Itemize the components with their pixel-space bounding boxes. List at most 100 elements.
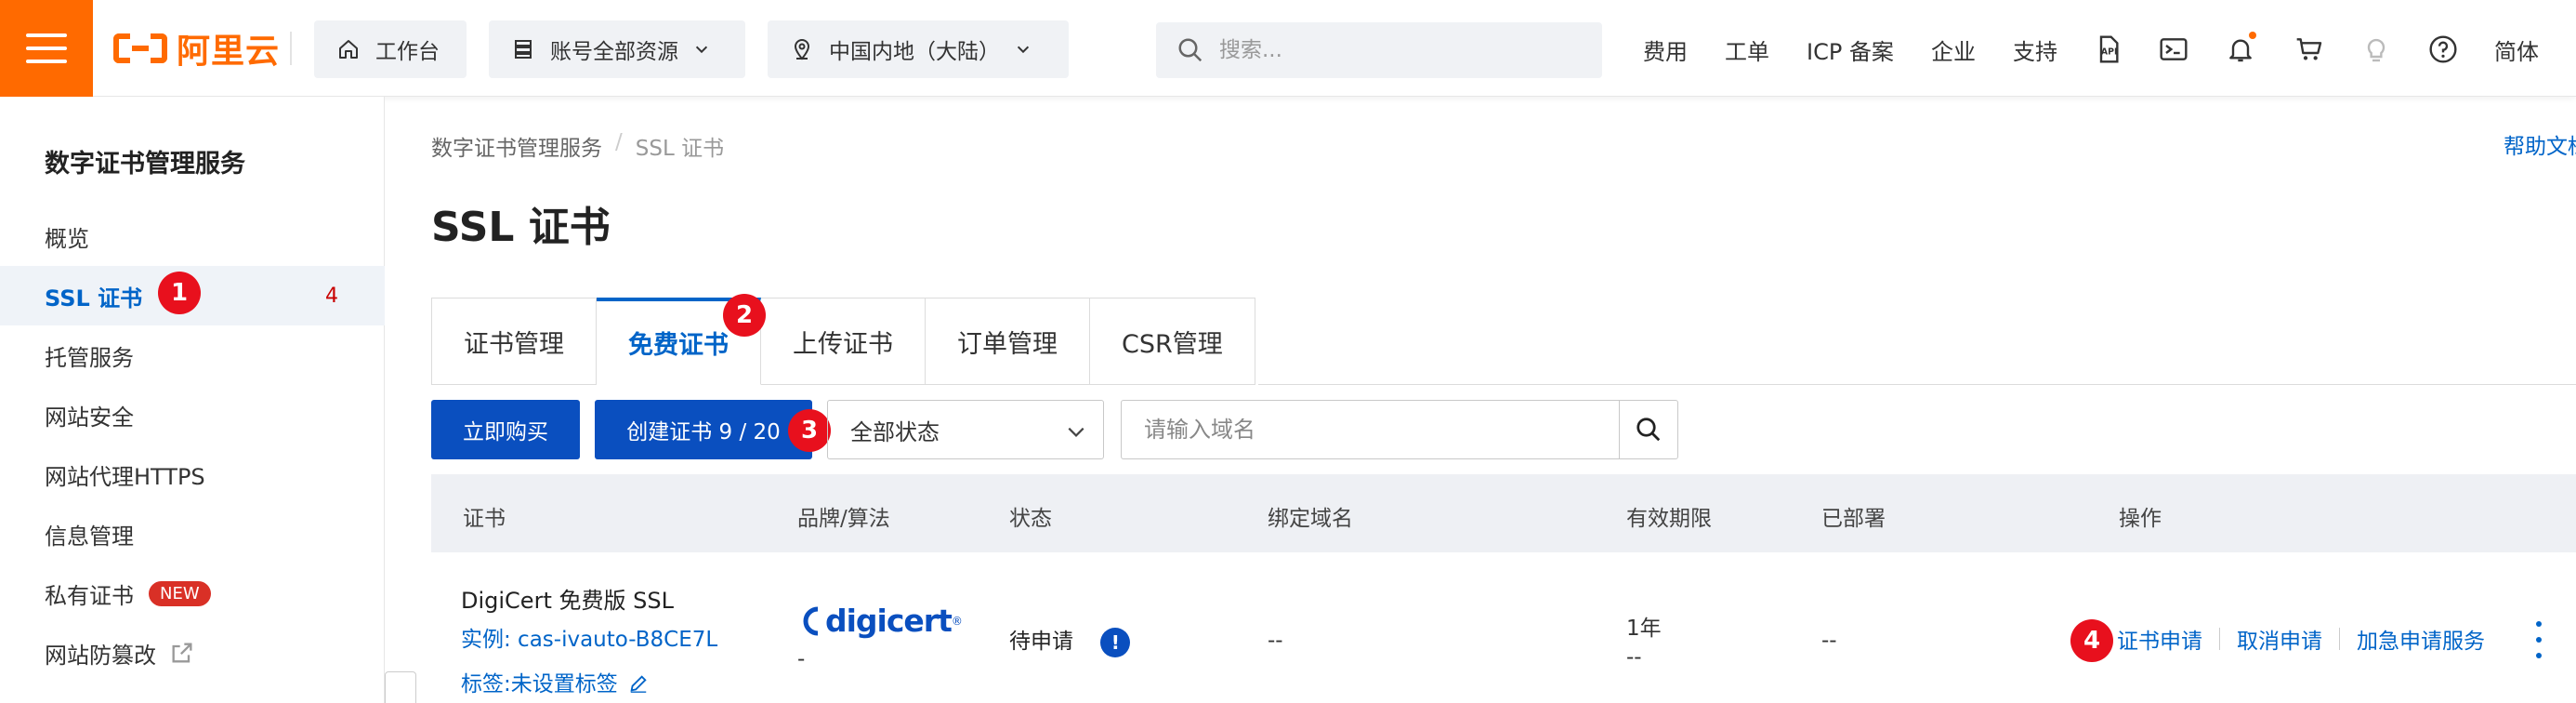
divider <box>290 32 292 65</box>
svg-text:API: API <box>2101 46 2118 57</box>
external-link-icon <box>172 643 192 663</box>
action-divider <box>2339 628 2340 650</box>
billing-link[interactable]: 费用 <box>1643 33 1688 66</box>
top-bar: 阿里云 工作台 账号全部资源 中国内地（大陆） 费用 工单 ICP 备案 企业 … <box>0 0 2576 97</box>
enterprise-link[interactable]: 企业 <box>1931 33 1976 66</box>
step-marker-3: 3 <box>788 409 831 452</box>
sidebar-item-overview[interactable]: 概览 <box>0 206 385 266</box>
sidebar-item-site-security[interactable]: 网站安全 <box>0 385 385 444</box>
sidebar-title: 数字证书管理服务 <box>45 150 245 179</box>
tab-underline <box>1258 384 2576 385</box>
column-header: 状态 <box>1009 507 1052 531</box>
sidebar-item-info-management[interactable]: 信息管理 <box>0 504 385 564</box>
page-title: SSL 证书 <box>431 204 611 251</box>
domain-input[interactable] <box>1144 417 1590 443</box>
logo-text: 阿里云 <box>177 33 281 71</box>
status-cell: 待申请 ! <box>1009 623 1131 657</box>
apply-cert-link[interactable]: 证书申请 <box>2117 623 2202 655</box>
info-icon[interactable]: ! <box>1100 627 1131 657</box>
language-switch[interactable]: 简体 <box>2494 33 2539 66</box>
sidebar-item-https-proxy[interactable]: 网站代理HTTPS <box>0 444 385 504</box>
column-header: 有效期限 <box>1626 507 1712 531</box>
notification-dot <box>2249 32 2256 39</box>
sidebar-item-label: 网站代理HTTPS <box>45 463 205 490</box>
region-label: 中国内地（大陆） <box>829 40 1000 64</box>
column-header: 证书 <box>463 507 506 531</box>
cert-instance-link[interactable]: 实例: cas-ivauto-B8CE7L <box>461 621 717 653</box>
column-header: 操作 <box>2119 507 2162 531</box>
action-divider <box>2219 628 2220 650</box>
api-icon[interactable]: API <box>2093 33 2124 65</box>
tab-bar: 证书管理 免费证书 上传证书 订单管理 CSR管理 <box>431 298 1255 385</box>
validity-sub: -- <box>1626 645 1642 670</box>
deployed: -- <box>1821 629 1837 653</box>
aliyun-logo[interactable]: 阿里云 <box>113 28 280 71</box>
sidebar-item-hosting[interactable]: 托管服务 <box>0 325 385 385</box>
tab-csr-management[interactable]: CSR管理 <box>1090 298 1255 385</box>
icp-link[interactable]: ICP 备案 <box>1807 33 1894 66</box>
column-header: 品牌/算法 <box>797 507 890 531</box>
global-search[interactable] <box>1156 22 1602 78</box>
tab-cert-management[interactable]: 证书管理 <box>431 298 597 385</box>
breadcrumb: 数字证书管理服务 / SSL 证书 <box>431 130 724 162</box>
sidebar-item-label: 私有证书 <box>45 582 134 609</box>
sidebar-item-label: 概览 <box>45 225 89 252</box>
location-pin-icon <box>790 37 814 61</box>
terminal-icon[interactable] <box>2158 33 2189 65</box>
status-select[interactable]: 全部状态 <box>827 400 1104 459</box>
resources-label: 账号全部资源 <box>550 40 678 64</box>
domain-search-button[interactable] <box>1619 400 1678 459</box>
sidebar-item-private-cert[interactable]: 私有证书 NEW <box>0 564 385 623</box>
help-doc-link[interactable]: 帮助文档 <box>2504 128 2576 160</box>
brand-name: digicert <box>825 603 953 639</box>
sidebar-item-label: 信息管理 <box>45 523 134 550</box>
search-input[interactable] <box>1219 38 1572 62</box>
workbench-button[interactable]: 工作台 <box>314 20 467 78</box>
lightbulb-icon[interactable] <box>2360 33 2392 65</box>
sidebar-item-label: 网站防篡改 <box>45 642 156 669</box>
sidebar-item-label: 托管服务 <box>45 344 134 371</box>
chevron-down-icon <box>1017 46 1030 54</box>
bound-domain: -- <box>1268 629 1283 653</box>
step-marker-4: 4 <box>2070 619 2113 662</box>
more-actions-icon[interactable] <box>2533 621 2544 658</box>
step-marker-2: 2 <box>723 294 766 337</box>
tab-order-management[interactable]: 订单管理 <box>926 298 1090 385</box>
cancel-apply-link[interactable]: 取消申请 <box>2237 623 2322 655</box>
edit-icon <box>630 675 647 693</box>
sidebar-item-label: 网站安全 <box>45 404 134 431</box>
logo-mark-icon <box>113 32 167 65</box>
menu-icon[interactable] <box>0 0 93 97</box>
sidebar-item-tamper-protection[interactable]: 网站防篡改 <box>0 623 385 683</box>
breadcrumb-parent[interactable]: 数字证书管理服务 <box>431 130 602 162</box>
ticket-link[interactable]: 工单 <box>1725 33 1769 66</box>
sidebar-collapse-button[interactable] <box>385 671 416 703</box>
workbench-label: 工作台 <box>375 40 440 64</box>
buy-now-button[interactable]: 立即购买 <box>431 400 580 459</box>
validity: 1年 <box>1626 617 1662 641</box>
status-text: 待申请 <box>1009 630 1073 654</box>
tab-upload-cert[interactable]: 上传证书 <box>761 298 926 385</box>
expedite-service-link[interactable]: 加急申请服务 <box>2357 623 2485 655</box>
resources-dropdown[interactable]: 账号全部资源 <box>489 20 745 78</box>
sidebar-item-label: SSL 证书 <box>45 285 143 312</box>
bell-icon[interactable] <box>2225 32 2256 65</box>
create-cert-button[interactable]: 创建证书 9 / 20 <box>595 400 812 459</box>
tag-label: 标签:未设置标签 <box>461 672 618 696</box>
cert-tag-link[interactable]: 标签:未设置标签 <box>461 666 649 697</box>
column-header: 绑定域名 <box>1268 507 1353 531</box>
chevron-down-icon <box>1068 427 1084 437</box>
registered-mark: ® <box>951 614 963 628</box>
breadcrumb-current: SSL 证书 <box>635 137 725 161</box>
domain-filter[interactable] <box>1121 400 1619 459</box>
help-icon[interactable] <box>2427 33 2459 65</box>
region-dropdown[interactable]: 中国内地（大陆） <box>768 20 1069 78</box>
cart-icon[interactable] <box>2293 33 2325 65</box>
algorithm: - <box>797 647 806 671</box>
stack-icon <box>511 37 535 61</box>
status-select-value: 全部状态 <box>850 418 940 445</box>
row-actions: 证书申请 取消申请 加急申请服务 <box>2117 623 2485 655</box>
new-badge: NEW <box>149 580 211 606</box>
search-icon <box>1636 418 1661 442</box>
support-link[interactable]: 支持 <box>2013 33 2057 66</box>
